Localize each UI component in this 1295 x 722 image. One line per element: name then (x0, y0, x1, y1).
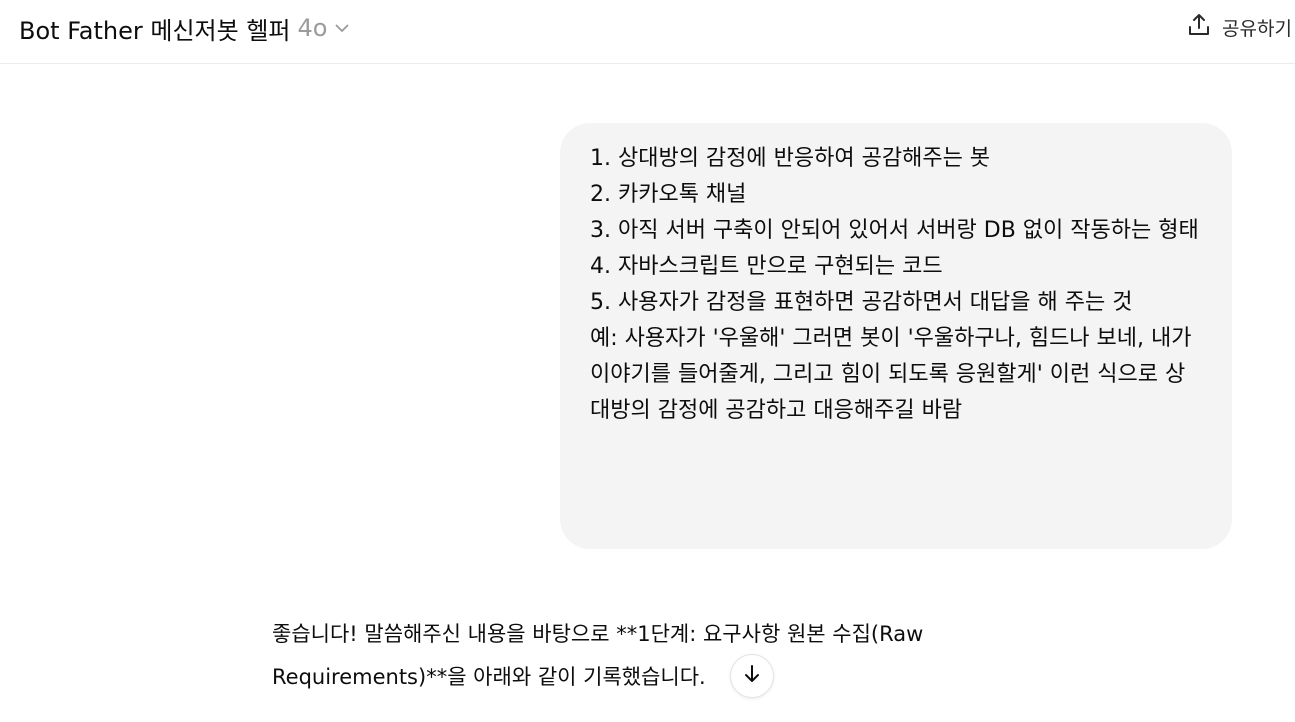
scroll-down-button[interactable] (730, 654, 774, 698)
model-name: 4o (297, 14, 328, 42)
model-switcher[interactable]: Bot Father 메신저봇 헬퍼 4o (19, 10, 351, 46)
share-icon (1186, 12, 1212, 42)
chevron-down-icon (333, 19, 351, 37)
user-message-bubble: 1. 상대방의 감정에 반응하여 공감해주는 봇 2. 카카오톡 채널 3. 아… (560, 123, 1232, 549)
arrow-down-icon (741, 663, 763, 689)
chat-header: Bot Father 메신저봇 헬퍼 4o 공유하기 (0, 0, 1295, 64)
share-button[interactable]: 공유하기 (1186, 12, 1292, 42)
assistant-message: 좋습니다! 말씀해주신 내용을 바탕으로 **1단계: 요구사항 원본 수집(R… (272, 622, 924, 689)
chat-title: Bot Father 메신저봇 헬퍼 (19, 16, 291, 45)
share-label: 공유하기 (1222, 17, 1292, 40)
